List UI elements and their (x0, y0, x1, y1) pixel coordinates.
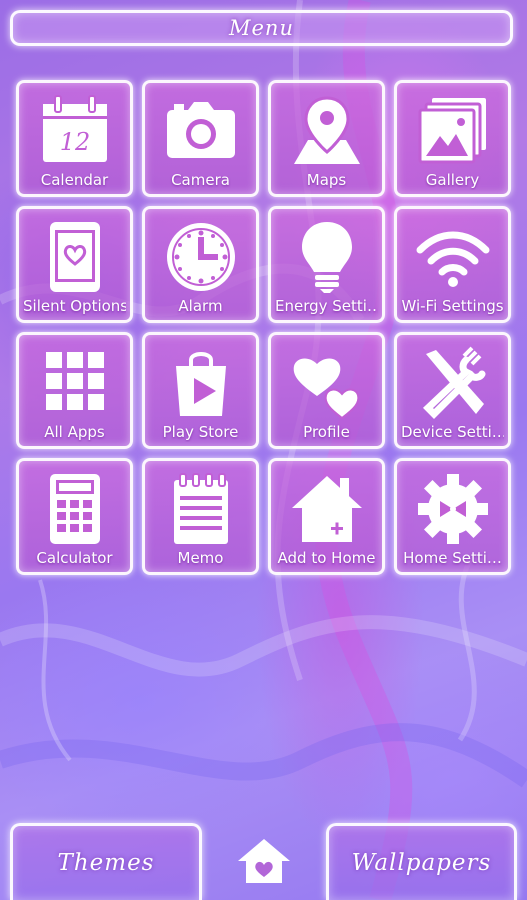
tile-label: Home Setti… (403, 549, 502, 567)
hearts-icon (293, 358, 359, 420)
map-pin-icon (293, 96, 360, 164)
tile-gallery[interactable]: Gallery (394, 80, 511, 197)
tile-maps[interactable]: Maps (268, 80, 385, 197)
clock-icon (166, 223, 235, 291)
home-button[interactable] (233, 833, 295, 889)
tile-silent-options[interactable]: Silent Options (16, 206, 133, 323)
add-home-icon (291, 476, 362, 542)
tile-alarm[interactable]: Alarm (142, 206, 259, 323)
tile-label: Wi-Fi Settings (401, 297, 504, 315)
tile-label: Play Store (162, 423, 239, 441)
tile-memo[interactable]: Memo (142, 458, 259, 575)
tools-icon (422, 346, 485, 419)
tile-all-apps[interactable]: All Apps (16, 332, 133, 449)
wifi-icon (416, 231, 489, 287)
tile-add-to-home[interactable]: Add to Home (268, 458, 385, 575)
play-store-bag-icon (175, 352, 226, 416)
tile-label: Memo (177, 549, 224, 567)
tile-label: Calendar (40, 171, 109, 189)
tile-label: Energy Setti… (275, 297, 378, 315)
tile-label: Maps (306, 171, 347, 189)
tile-calculator[interactable]: Calculator (16, 458, 133, 575)
app-grid: 12 Calendar Camera Maps Gallery Silent O… (0, 0, 527, 600)
tile-energy-settings[interactable]: Energy Setti… (268, 206, 385, 323)
tile-home-settings[interactable]: Home Setti… (394, 458, 511, 575)
tile-label: All Apps (44, 423, 105, 441)
tile-label: Alarm (178, 297, 223, 315)
grid-icon (45, 352, 104, 410)
calendar-day: 12 (59, 128, 90, 156)
tile-wifi-settings[interactable]: Wi-Fi Settings (394, 206, 511, 323)
themes-label: Themes (57, 850, 155, 876)
wallpapers-button[interactable]: Wallpapers (326, 823, 517, 900)
tile-profile[interactable]: Profile (268, 332, 385, 449)
tile-label: Gallery (425, 171, 480, 189)
tile-camera[interactable]: Camera (142, 80, 259, 197)
gallery-icon (418, 98, 486, 164)
tile-calendar[interactable]: 12 Calendar (16, 80, 133, 197)
themes-button[interactable]: Themes (10, 823, 202, 900)
tile-label: Device Setti… (401, 423, 504, 441)
wallpapers-label: Wallpapers (351, 850, 492, 876)
app-screen: Menu 12 Calendar Camera Maps Gallery Sil… (0, 0, 527, 900)
tile-device-settings[interactable]: Device Setti… (394, 332, 511, 449)
camera-icon (166, 102, 235, 158)
tile-label: Silent Options (23, 297, 126, 315)
calculator-icon (49, 474, 100, 544)
tile-label: Add to Home (277, 549, 376, 567)
tile-label: Camera (171, 171, 230, 189)
gear-icon (417, 474, 488, 544)
memo-icon (173, 473, 228, 544)
tile-label: Calculator (36, 549, 113, 567)
phone-heart-icon (49, 222, 100, 292)
calendar-icon: 12 (42, 95, 107, 162)
tile-label: Profile (303, 423, 350, 441)
tile-play-store[interactable]: Play Store (142, 332, 259, 449)
lightbulb-icon (301, 222, 352, 293)
home-heart-icon (238, 839, 290, 883)
